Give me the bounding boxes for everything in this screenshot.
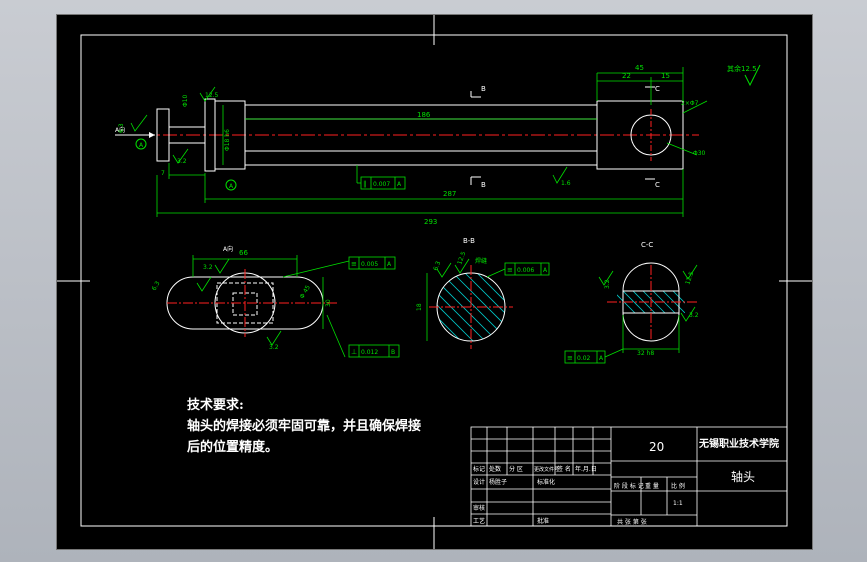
tb-h2: 分 区 [509, 465, 523, 473]
tech-requirements: 技术要求: 轴头的焊接必须牢固可靠，并且确保焊接 后的位置精度。 [187, 395, 421, 458]
section-cc-tol-value: 0.02 [577, 355, 591, 362]
tb-h0: 标记 [473, 465, 485, 473]
tb-stage-label: 阶 段 标 记 [614, 482, 644, 490]
section-bb: B-B 18 6.3 12.5 焊缝 ≡ 0.006 A [416, 237, 550, 349]
section-bb-rough-63: 6.3 [432, 260, 442, 272]
svg-text:≡: ≡ [507, 266, 513, 274]
section-bb-title: B-B [463, 237, 475, 245]
section-b-marker: B [481, 85, 486, 93]
tb-reviewer-label: 审核 [473, 504, 485, 512]
view-a-tol1-value: 0.005 [361, 261, 378, 268]
view-a-dim-30: 30 [325, 299, 332, 307]
tb-h5: 年.月.日 [575, 465, 597, 473]
section-cc-rough-125: 12.5 [684, 271, 695, 286]
section-cc-rough-32a: 3.2 [604, 279, 611, 289]
roughness-note-text: 其余12.5 [727, 64, 757, 73]
part-name: 轴头 [731, 469, 755, 484]
view-a-tol1-datum: A [387, 261, 392, 268]
dim-287: 287 [443, 190, 456, 198]
drawing-frame [57, 15, 812, 549]
section-cc-title: C-C [641, 241, 653, 249]
tech-line-1: 轴头的焊接必须牢固可靠，并且确保焊接 [187, 419, 422, 434]
section-c-marker-low: C [655, 181, 660, 189]
svg-text:⊥: ⊥ [351, 348, 357, 356]
view-a-rough-63: 6.3 [151, 280, 162, 292]
section-cc-rough-32b: 3.2 [689, 312, 699, 319]
view-a-title: A向 [223, 245, 233, 253]
front-view: B B C C A向 A A 293 287 186 45 22 15 2×Φ7… [115, 64, 708, 226]
tb-scale-label: 比 例 [671, 482, 685, 490]
section-cc-dim-32: 32 h8 [637, 350, 654, 357]
tol-symbol: ∥ [363, 180, 367, 188]
view-a-tol2-datum: B [391, 349, 395, 356]
section-bb-dim-18: 18 [416, 303, 423, 311]
drawing-sheet: 其余12.5 B B C C A向 A A 293 287 186 45 22 … [56, 14, 813, 550]
tb-approve-label: 批准 [537, 517, 549, 525]
roughness-note: 其余12.5 [727, 64, 761, 87]
cad-drawing: 其余12.5 B B C C A向 A A 293 287 186 45 22 … [57, 15, 812, 549]
section-c-marker: C [655, 85, 660, 93]
rough-63: 6.3 [118, 123, 125, 133]
tb-standard-label: 标准化 [537, 478, 555, 486]
tb-designer-name: 杨胜子 [489, 478, 507, 486]
rough-125: 12.5 [205, 92, 219, 99]
dim-diam-30: Φ30 [693, 150, 706, 157]
dim-overall: 293 [424, 218, 437, 226]
tech-line-2: 后的位置精度。 [187, 440, 279, 455]
dim-7: 7 [161, 170, 165, 177]
school-name: 无锡职业技术学院 [698, 437, 779, 450]
dim-15: 15 [661, 72, 670, 80]
view-a: A向 66 30 Φ 45 6.3 3.2 3.2 ≡ 0.005 A ⊥ 0.… [151, 245, 400, 358]
dim-186: 186 [417, 111, 431, 119]
section-bb-tol-datum: A [543, 267, 548, 274]
section-bb-weld: 焊缝 [475, 257, 487, 265]
drawing-number: 20 [649, 440, 664, 454]
svg-text:≡: ≡ [351, 260, 357, 268]
view-a-dim-45: Φ 45 [299, 284, 312, 300]
tb-weight-label: 重 量 [645, 482, 659, 490]
tb-process-label: 工艺 [473, 517, 485, 525]
tb-h4: 签 名 [557, 465, 571, 473]
section-bb-tol-value: 0.006 [517, 267, 534, 274]
dim-diam-18: Φ18 h6 [224, 129, 231, 151]
tb-sheets-label: 共 张 第 张 [617, 518, 647, 526]
svg-text:≡: ≡ [567, 354, 573, 362]
tb-designer-label: 设计 [473, 478, 485, 486]
tb-h1: 处数 [489, 465, 501, 473]
view-a-dim-66: 66 [239, 249, 248, 257]
dim-22: 22 [622, 72, 631, 80]
rough-16: 1.6 [561, 180, 571, 187]
dim-45: 45 [635, 64, 644, 72]
tol-datum: A [397, 181, 402, 188]
section-b-marker-low: B [481, 181, 486, 189]
view-a-rough-32: 3.2 [203, 264, 213, 271]
section-cc: C-C 32 h8 3.2 3.2 12.5 ≡ 0.02 A [564, 241, 699, 364]
tol-value: 0.007 [373, 181, 390, 188]
dim-hole: 2×Φ7 [681, 100, 699, 107]
view-a-rough-32b: 3.2 [269, 344, 279, 351]
rough-32: 3.2 [177, 158, 187, 165]
view-a-tol2-value: 0.012 [361, 349, 378, 356]
section-cc-tol-datum: A [599, 355, 604, 362]
tech-heading: 技术要求: [187, 398, 244, 413]
tb-scale-value: 1:1 [673, 500, 683, 507]
tb-h3: 更改文件号 [534, 466, 559, 473]
title-block-text: 20 无锡职业技术学院 轴头 标记 处数 分 区 更改文件号 签 名 年.月.日… [473, 437, 779, 526]
dim-diam-10: Φ10 [182, 94, 189, 107]
